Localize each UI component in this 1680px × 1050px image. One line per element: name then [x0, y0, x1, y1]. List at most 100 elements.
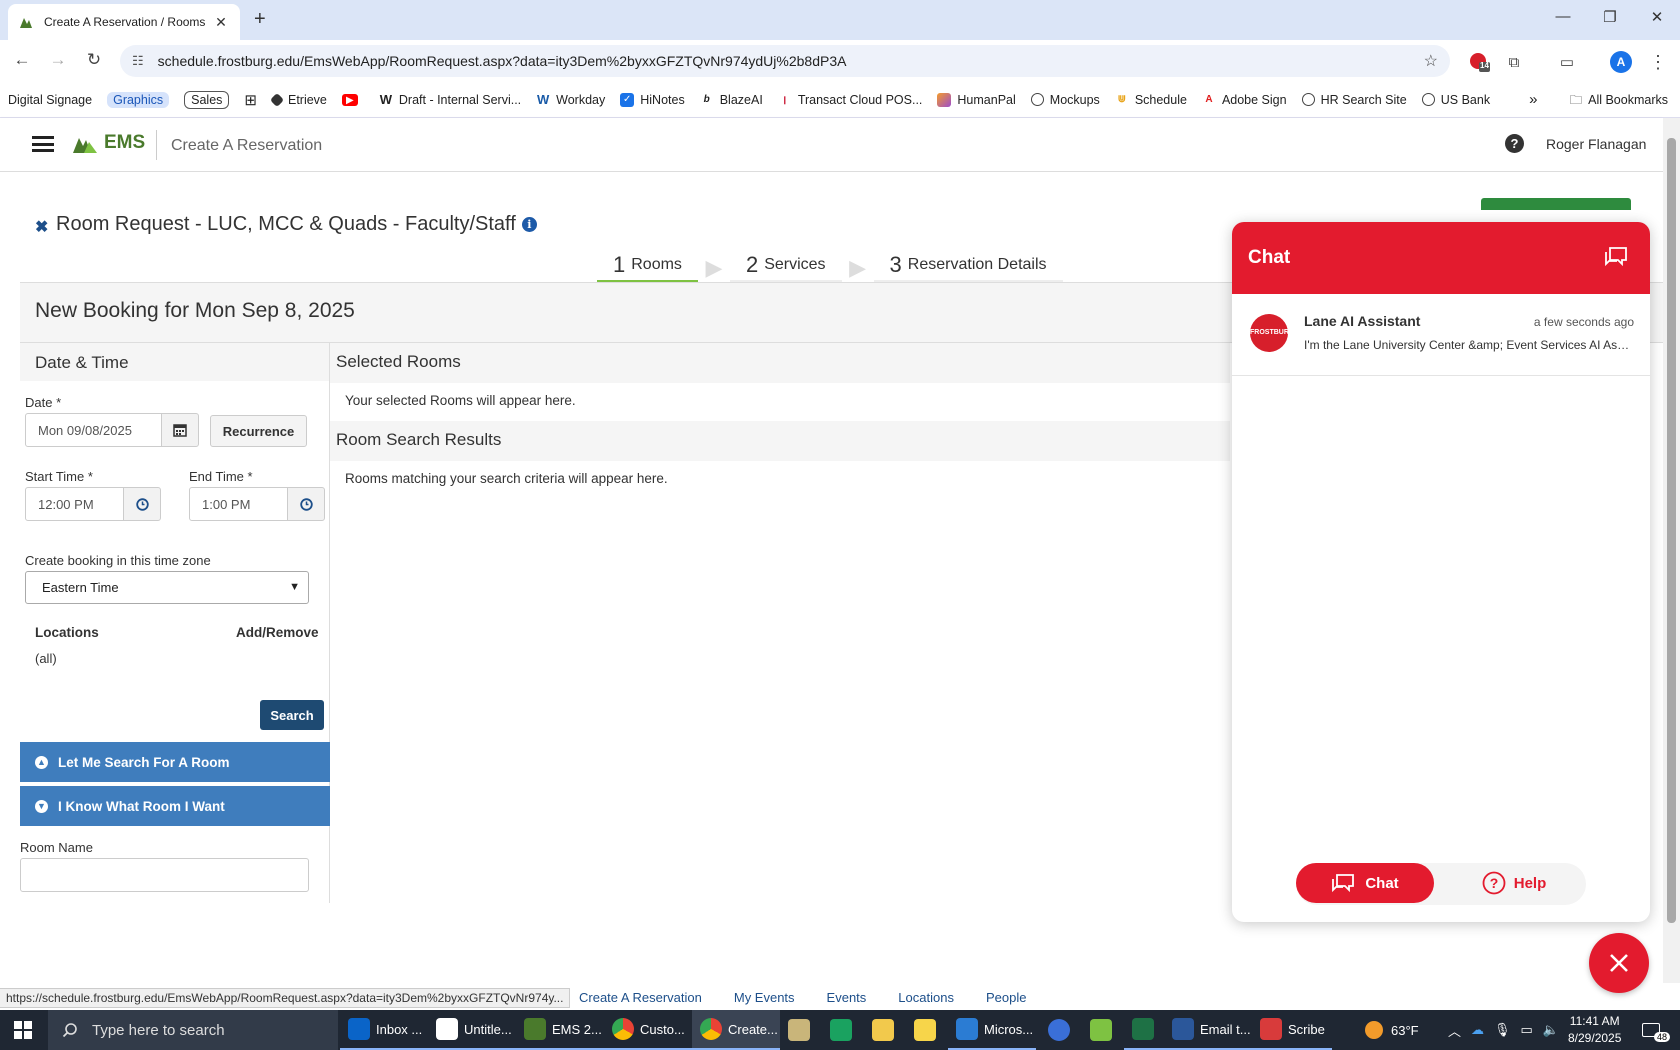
- taskbar-app-word[interactable]: Email t...: [1164, 1010, 1252, 1050]
- add-remove-link[interactable]: Add/Remove: [236, 625, 319, 640]
- chevron-up-icon[interactable]: ︿: [1448, 1021, 1461, 1040]
- outlook-icon: [348, 1018, 370, 1040]
- room-name-input[interactable]: [20, 858, 309, 892]
- search-button[interactable]: Search: [260, 700, 324, 730]
- bookmark-graphics[interactable]: Graphics: [107, 91, 170, 108]
- bookmark-etrieve[interactable]: Etrieve: [269, 92, 327, 107]
- end-time-input[interactable]: 1:00 PM: [189, 487, 288, 521]
- recurrence-button[interactable]: Recurrence: [210, 415, 307, 447]
- close-tab-icon[interactable]: ✕: [212, 14, 230, 31]
- taskbar-app-chrome-create[interactable]: Create...: [692, 1010, 780, 1050]
- close-chat-button[interactable]: [1589, 933, 1649, 993]
- taskbar-app-scribe[interactable]: Scribe: [1252, 1010, 1332, 1050]
- taskbar-app-sticky[interactable]: [906, 1010, 946, 1050]
- new-tab-icon[interactable]: +: [254, 8, 266, 31]
- extensions-puzzle-icon[interactable]: ⧉: [1503, 51, 1525, 73]
- weather-widget[interactable]: 63°F: [1365, 1010, 1419, 1050]
- bookmark-workday[interactable]: W Workday: [536, 92, 605, 107]
- timezone-select[interactable]: Eastern Time ▼: [25, 571, 309, 604]
- help-icon[interactable]: ?: [1505, 134, 1524, 153]
- new-conversation-icon[interactable]: [1604, 246, 1628, 268]
- clock-icon[interactable]: [123, 487, 161, 521]
- let-me-search-accordion[interactable]: ▲ Let Me Search For A Room: [20, 742, 330, 782]
- tab-help[interactable]: ? Help: [1454, 863, 1574, 903]
- bookmark-adobe-sign[interactable]: A Adobe Sign: [1202, 93, 1286, 107]
- side-panel-icon[interactable]: ▭: [1556, 51, 1578, 73]
- step-services[interactable]: 2 Services: [729, 250, 842, 284]
- ems-logo[interactable]: EMS: [72, 132, 145, 154]
- microphone-icon[interactable]: 🎙: [1494, 1022, 1511, 1038]
- all-bookmarks[interactable]: 🗀 All Bookmarks: [1570, 91, 1668, 112]
- page-scrollbar[interactable]: [1663, 118, 1680, 983]
- taskbar-search[interactable]: Type here to search: [48, 1010, 338, 1050]
- hamburger-menu-icon[interactable]: [32, 136, 54, 152]
- date-input[interactable]: Mon 09/08/2025: [25, 413, 162, 447]
- bookmark-label: Draft - Internal Servi...: [398, 92, 522, 107]
- footer-link-events[interactable]: Events: [827, 990, 867, 1005]
- bookmark-hr-search[interactable]: HR Search Site: [1301, 93, 1407, 107]
- profile-avatar[interactable]: A: [1610, 51, 1632, 73]
- step-reservation-details[interactable]: 3 Reservation Details: [873, 250, 1063, 284]
- reload-icon[interactable]: ↻: [82, 50, 106, 70]
- footer-link-create-reservation[interactable]: Create A Reservation: [579, 990, 702, 1005]
- site-info-icon[interactable]: ☷: [132, 53, 144, 69]
- bookmark-draft[interactable]: W Draft - Internal Servi...: [379, 92, 522, 107]
- chat-conversation-item[interactable]: FROSTBURG Lane AI Assistant a few second…: [1232, 294, 1650, 376]
- windows-start-icon[interactable]: [14, 1021, 32, 1039]
- onedrive-icon[interactable]: ☁: [1471, 1022, 1484, 1038]
- volume-icon[interactable]: 🔈: [1543, 1022, 1559, 1038]
- taskbar-clock[interactable]: 11:41 AM 8/29/2025: [1568, 1013, 1621, 1047]
- etrieve-icon: [269, 92, 285, 107]
- bookmark-blazeai[interactable]: b BlazeAI: [700, 93, 763, 107]
- taskbar-app-snip[interactable]: [1082, 1010, 1122, 1050]
- taskbar-app-chrome-custo[interactable]: Custo...: [604, 1010, 692, 1050]
- minimize-icon[interactable]: —: [1553, 8, 1573, 25]
- url-bar[interactable]: ☷ schedule.frostburg.edu/EmsWebApp/RoomR…: [120, 45, 1450, 77]
- extension-badge-icon[interactable]: 14: [1468, 51, 1490, 73]
- bookmark-us-bank[interactable]: US Bank: [1421, 93, 1490, 107]
- info-icon[interactable]: i: [521, 217, 537, 232]
- close-window-icon[interactable]: ✕: [1647, 8, 1667, 26]
- url-text: schedule.frostburg.edu/EmsWebApp/RoomReq…: [157, 53, 847, 69]
- taskbar-app-copilot[interactable]: [822, 1010, 862, 1050]
- notifications-icon[interactable]: 48: [1642, 1010, 1671, 1050]
- know-room-accordion[interactable]: ▼ I Know What Room I Want: [20, 786, 330, 826]
- user-name[interactable]: Roger Flanagan: [1546, 136, 1646, 152]
- close-request-icon[interactable]: ✖: [35, 217, 48, 237]
- footer-link-people[interactable]: People: [986, 990, 1026, 1005]
- more-bookmarks-icon[interactable]: »: [1529, 91, 1537, 108]
- browser-tab-active[interactable]: Create A Reservation / Rooms ✕: [8, 4, 240, 40]
- start-time-input[interactable]: 12:00 PM: [25, 487, 124, 521]
- taskbar-app-id[interactable]: [1040, 1010, 1080, 1050]
- taskbar-app-microsoft[interactable]: Micros...: [948, 1010, 1036, 1050]
- bookmark-star-icon[interactable]: ☆: [1424, 51, 1438, 71]
- restore-icon[interactable]: ❐: [1600, 8, 1620, 26]
- bookmark-sales[interactable]: Sales: [184, 90, 230, 109]
- back-icon[interactable]: ←: [10, 50, 34, 70]
- taskbar-app-notepad[interactable]: Untitle...: [428, 1010, 516, 1050]
- clock-icon[interactable]: [287, 487, 325, 521]
- tab-chat[interactable]: Chat: [1296, 863, 1434, 903]
- calendar-icon[interactable]: [161, 413, 199, 447]
- bookmark-youtube[interactable]: ▶: [341, 93, 364, 106]
- taskbar-app-ems[interactable]: EMS 2...: [516, 1010, 604, 1050]
- taskbar-app-files[interactable]: [780, 1010, 820, 1050]
- bookmark-mockups[interactable]: Mockups: [1030, 93, 1100, 107]
- bookmark-digital-signage[interactable]: Digital Signage: [8, 93, 92, 107]
- taskbar-app-excel[interactable]: [1124, 1010, 1164, 1050]
- apps-grid-icon[interactable]: ⊞: [244, 91, 257, 109]
- chrome-menu-icon[interactable]: ⋮: [1647, 51, 1669, 73]
- taskbar-app-explorer[interactable]: [864, 1010, 904, 1050]
- scrollbar-thumb[interactable]: [1667, 138, 1676, 923]
- taskbar-app-outlook[interactable]: Inbox ...: [340, 1010, 428, 1050]
- bookmark-schedule[interactable]: ⋓ Schedule: [1115, 93, 1187, 107]
- bookmark-transact[interactable]: ꞁ Transact Cloud POS...: [778, 93, 922, 107]
- step-rooms[interactable]: 1 Rooms: [597, 250, 698, 284]
- network-icon[interactable]: ▭: [1521, 1022, 1533, 1038]
- forward-icon[interactable]: →: [46, 50, 70, 70]
- footer-link-locations[interactable]: Locations: [898, 990, 954, 1005]
- bookmark-humanpal[interactable]: HumanPal: [937, 92, 1016, 107]
- bookmark-hinotes[interactable]: ✓ HiNotes: [620, 92, 685, 107]
- footer-link-my-events[interactable]: My Events: [734, 990, 795, 1005]
- schedule-icon: ⋓: [1117, 93, 1126, 105]
